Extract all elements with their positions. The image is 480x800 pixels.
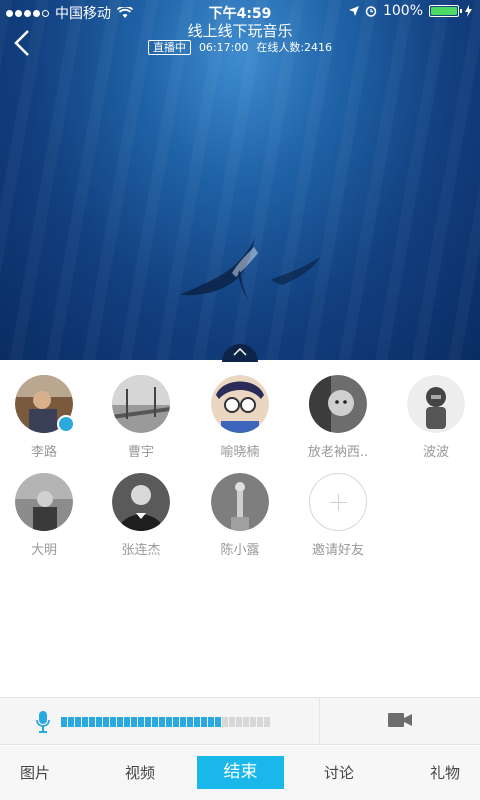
mic-level-segment bbox=[145, 717, 151, 727]
avatar bbox=[112, 473, 170, 531]
room-meta: 直播中 06:17:00 在线人数:2416 bbox=[0, 39, 480, 55]
mic-level-segment bbox=[110, 717, 116, 727]
mic-level-segment bbox=[96, 717, 102, 727]
avatar bbox=[15, 473, 73, 531]
tab-gift[interactable]: 礼物 bbox=[410, 746, 480, 800]
tab-video[interactable]: 视频 bbox=[105, 746, 175, 800]
mic-level-segment bbox=[117, 717, 123, 727]
mic-level-segment bbox=[187, 717, 193, 727]
mic-level-segment bbox=[124, 717, 130, 727]
tab-photos[interactable]: 图片 bbox=[0, 746, 70, 800]
speaking-mic-icon bbox=[57, 415, 75, 433]
mic-level-segment bbox=[61, 717, 67, 727]
mic-level-meter bbox=[61, 717, 270, 727]
mic-level-segment bbox=[166, 717, 172, 727]
mic-level-segment bbox=[159, 717, 165, 727]
member-name: 喻晓楠 bbox=[220, 445, 260, 460]
avatar bbox=[15, 375, 75, 433]
room-title: 线上线下玩音乐 bbox=[187, 22, 293, 40]
mic-level-segment bbox=[131, 717, 137, 727]
avatar bbox=[112, 375, 170, 433]
mic-level-segment bbox=[103, 717, 109, 727]
mic-level-segment bbox=[236, 717, 242, 727]
avatar bbox=[407, 375, 465, 433]
whales-illustration bbox=[180, 237, 320, 303]
charging-icon bbox=[465, 5, 472, 17]
mic-level-segment bbox=[75, 717, 81, 727]
member-item[interactable]: 曹宇 bbox=[93, 375, 189, 460]
mic-level-segment bbox=[264, 717, 270, 727]
online-count: 在线人数:2416 bbox=[256, 41, 333, 54]
mic-level-segment bbox=[173, 717, 179, 727]
chevron-up-icon bbox=[233, 348, 247, 356]
battery-percent: 100% bbox=[382, 3, 423, 19]
microphone-icon bbox=[36, 711, 50, 733]
member-name: 大明 bbox=[30, 543, 57, 558]
invite-label: 邀请好友 bbox=[311, 543, 364, 558]
member-name: 张连杰 bbox=[121, 543, 161, 558]
mic-level-segment bbox=[68, 717, 74, 727]
alarm-icon bbox=[365, 6, 377, 17]
avatar bbox=[309, 375, 367, 433]
battery-icon bbox=[429, 5, 462, 17]
plus-icon bbox=[309, 473, 367, 531]
mic-level-segment bbox=[208, 717, 214, 727]
mic-level-segment bbox=[250, 717, 256, 727]
member-item[interactable]: 喻晓楠 bbox=[192, 375, 288, 460]
mic-level-segment bbox=[257, 717, 263, 727]
member-item[interactable]: 张连杰 bbox=[93, 473, 189, 558]
member-name: 波波 bbox=[422, 445, 449, 460]
member-name: 陈小露 bbox=[220, 543, 260, 558]
bottom-tab-bar: 图片 视频 结束 讨论 礼物 bbox=[0, 746, 480, 800]
mic-level-segment bbox=[194, 717, 200, 727]
mic-level-segment bbox=[201, 717, 207, 727]
mic-level-segment bbox=[152, 717, 158, 727]
mic-level-segment bbox=[89, 717, 95, 727]
member-name: 李路 bbox=[30, 445, 57, 460]
live-duration: 06:17:00 bbox=[198, 40, 249, 54]
tab-discuss[interactable]: 讨论 bbox=[304, 746, 374, 800]
status-bar: 中国移动 下午4:59 100% bbox=[0, 0, 480, 22]
mic-level-segment bbox=[215, 717, 221, 727]
avatar bbox=[211, 473, 269, 531]
location-icon bbox=[348, 6, 359, 16]
member-item[interactable]: 陈小露 bbox=[192, 473, 288, 558]
avatar bbox=[211, 375, 269, 433]
live-badge: 直播中 bbox=[147, 39, 191, 55]
member-name: 曹宇 bbox=[127, 445, 154, 460]
mic-level-segment bbox=[138, 717, 144, 727]
video-camera-button[interactable] bbox=[388, 712, 412, 728]
mic-level-segment bbox=[82, 717, 88, 727]
mic-level-segment bbox=[243, 717, 249, 727]
member-item[interactable]: 大明 bbox=[0, 473, 92, 558]
mic-level-segment bbox=[222, 717, 228, 727]
end-live-button[interactable]: 结束 bbox=[197, 756, 284, 789]
member-name: 放老衲西.. bbox=[307, 445, 369, 460]
mic-level-segment bbox=[180, 717, 186, 727]
member-item[interactable]: 波波 bbox=[388, 375, 480, 460]
audio-control-bar bbox=[0, 697, 480, 745]
mic-toggle[interactable] bbox=[0, 698, 320, 744]
mic-level-segment bbox=[229, 717, 235, 727]
member-item[interactable]: 放老衲西.. bbox=[290, 375, 386, 460]
member-item[interactable]: 李路 bbox=[0, 375, 92, 460]
invite-friends-button[interactable]: 邀请好友 bbox=[290, 473, 386, 558]
